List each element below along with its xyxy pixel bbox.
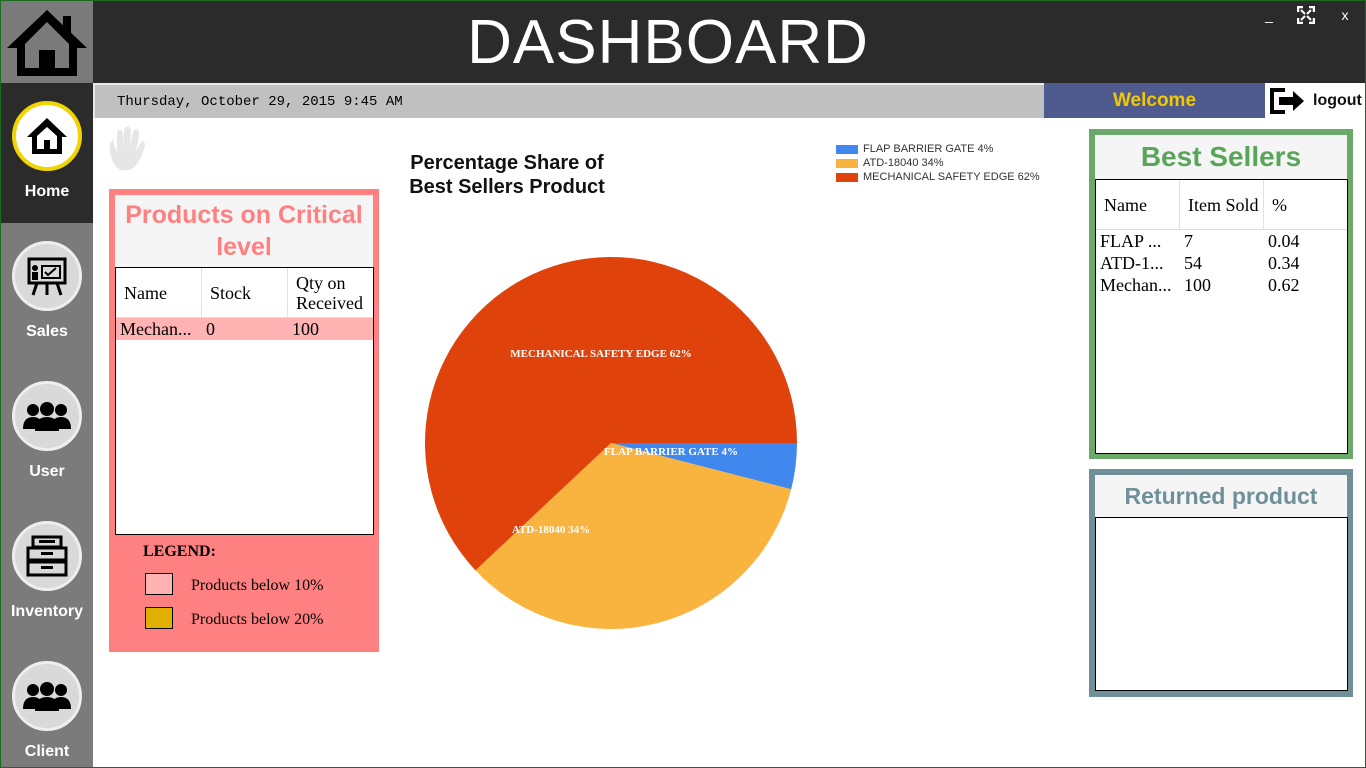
returned-products-title: Returned product <box>1095 475 1347 517</box>
table-row[interactable]: ATD-1... 54 0.34 <box>1096 252 1347 274</box>
legend-swatch-10 <box>145 573 173 595</box>
sidebar-item-label: Client <box>24 743 70 760</box>
table-header: Name Item Sold % <box>1096 180 1347 230</box>
user-circle <box>12 381 82 451</box>
column-header-name[interactable]: Name <box>1096 180 1180 229</box>
minimize-button[interactable]: _ <box>1259 7 1279 23</box>
legend-swatch-20 <box>145 607 173 629</box>
critical-products-panel: Products on Critical level Name Stock Qt… <box>109 189 379 652</box>
legend-swatch <box>836 172 858 182</box>
cell-name: Mechan... <box>120 319 192 339</box>
cell-name: Mechan... <box>1100 275 1172 295</box>
inventory-cabinet-icon <box>26 535 68 577</box>
table-row[interactable]: Mechan... 0 100 <box>116 318 373 340</box>
legend-title: LEGEND: <box>143 543 216 560</box>
pie-slice-label: MECHANICAL SAFETY EDGE 62% <box>510 348 691 360</box>
fullscreen-button[interactable] <box>1296 5 1316 27</box>
sidebar-item-home[interactable]: Home <box>1 83 93 223</box>
table-header: Name Stock Qty on Received <box>116 268 373 318</box>
column-header-name[interactable]: Name <box>116 268 202 317</box>
sidebar-item-label: Sales <box>26 323 68 340</box>
chart-title: Percentage Share of Best Sellers Product <box>409 152 605 198</box>
column-header-percent[interactable]: % <box>1264 180 1347 229</box>
close-button[interactable]: x <box>1335 7 1355 23</box>
logout-label: logout <box>1313 91 1362 109</box>
cell-stock: 0 <box>206 319 215 339</box>
cell-sold: 54 <box>1184 253 1202 273</box>
pie-slice-label: ATD-18040 34% <box>512 524 590 536</box>
sidebar-item-label: Home <box>24 183 70 200</box>
sales-circle <box>12 241 82 311</box>
dashboard-window: DASHBOARD _ x Home Sales User Inventory … <box>0 0 1366 768</box>
cell-percent: 0.34 <box>1268 253 1300 273</box>
returned-products-panel: Returned product <box>1089 469 1353 697</box>
pie-chart: FLAP BARRIER GATE 4% ATD-18040 34% MECHANI… <box>425 257 797 629</box>
users-icon <box>23 402 71 431</box>
chart-legend: FLAP BARRIER GATE 4% ATD-18040 34% MECHANI… <box>836 142 1040 184</box>
legend-label: MECHANICAL SAFETY EDGE 62% <box>863 171 1040 183</box>
cell-percent: 0.04 <box>1268 231 1300 251</box>
best-sellers-title: Best Sellers <box>1095 135 1347 179</box>
column-header-stock[interactable]: Stock <box>202 268 288 317</box>
sidebar-item-sales[interactable]: Sales <box>1 223 93 363</box>
home-icon <box>27 118 67 154</box>
logout-button[interactable]: logout <box>1265 83 1365 118</box>
home-circle <box>12 101 82 171</box>
clients-icon <box>23 682 71 711</box>
fullscreen-icon <box>1296 5 1316 25</box>
column-header-item-sold[interactable]: Item Sold <box>1180 180 1264 229</box>
date-bar: Thursday, October 29, 2015 9:45 AM <box>93 83 1044 118</box>
returned-products-table[interactable] <box>1095 517 1348 691</box>
house-icon <box>7 10 87 76</box>
sidebar-item-client[interactable]: Client <box>1 643 93 767</box>
cell-percent: 0.62 <box>1268 275 1300 295</box>
legend-label-10: Products below 10% <box>191 577 324 594</box>
handprint-icon <box>109 126 145 171</box>
client-circle <box>12 661 82 731</box>
sidebar-item-label: Inventory <box>10 603 83 620</box>
legend-item[interactable]: FLAP BARRIER GATE 4% <box>836 142 1040 156</box>
home-tile[interactable] <box>1 1 93 83</box>
legend-label: FLAP BARRIER GATE 4% <box>863 143 994 155</box>
cell-name: ATD-1... <box>1100 253 1164 273</box>
legend-item[interactable]: MECHANICAL SAFETY EDGE 62% <box>836 170 1040 184</box>
sidebar-item-user[interactable]: User <box>1 363 93 503</box>
page-title: DASHBOARD <box>467 7 869 77</box>
legend-item[interactable]: ATD-18040 34% <box>836 156 1040 170</box>
cell-qty: 100 <box>292 319 319 339</box>
table-row[interactable]: Mechan... 100 0.62 <box>1096 274 1347 296</box>
cell-sold: 7 <box>1184 231 1193 251</box>
legend-label: ATD-18040 34% <box>863 157 944 169</box>
cell-name: FLAP ... <box>1100 231 1162 251</box>
sidebar-item-label: User <box>29 463 65 480</box>
welcome-banner: Welcome <box>1044 83 1265 118</box>
sidebar-item-inventory[interactable]: Inventory <box>1 503 93 643</box>
table-row[interactable]: FLAP ... 7 0.04 <box>1096 230 1347 252</box>
title-bar: DASHBOARD _ x <box>1 1 1365 83</box>
sales-board-icon <box>27 257 67 296</box>
inventory-circle <box>12 521 82 591</box>
best-sellers-panel: Best Sellers Name Item Sold % FLAP ... 7… <box>1089 129 1353 459</box>
pie-slice-label: FLAP BARRIER GATE 4% <box>604 446 738 458</box>
critical-products-table[interactable]: Name Stock Qty on Received Mechan... 0 1… <box>115 267 374 535</box>
logout-icon <box>1270 87 1304 114</box>
current-datetime: Thursday, October 29, 2015 9:45 AM <box>117 94 403 110</box>
critical-panel-title: Products on Critical level <box>115 195 373 267</box>
legend-swatch <box>836 158 858 168</box>
best-sellers-table[interactable]: Name Item Sold % FLAP ... 7 0.04 ATD-1..… <box>1095 179 1348 454</box>
legend-swatch <box>836 144 858 154</box>
cell-sold: 100 <box>1184 275 1211 295</box>
legend-label-20: Products below 20% <box>191 611 324 628</box>
sidebar: Home Sales User Inventory Client <box>1 83 93 767</box>
column-header-qty-received[interactable]: Qty on Received <box>288 268 373 317</box>
